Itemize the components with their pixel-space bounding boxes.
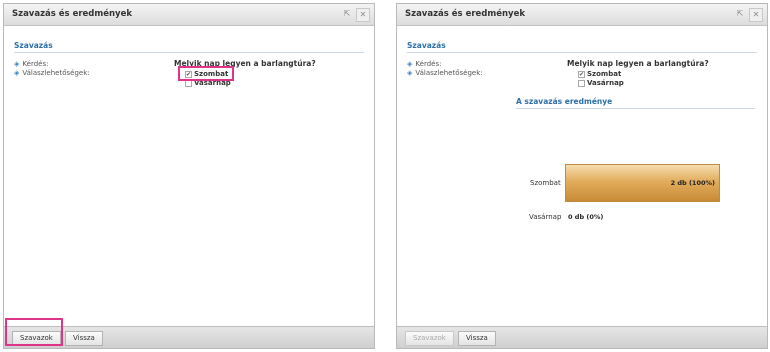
arrow-icon: ◈ — [14, 69, 20, 77]
options-label: Válaszlehetőségek: — [22, 69, 90, 77]
panel-footer: Szavazok Vissza — [397, 326, 767, 348]
panel-titlebar: Szavazás és eredmények ⇱ ✕ — [4, 4, 374, 26]
panel-title: Szavazás és eredmények — [12, 9, 133, 19]
bar-value-label: 0 db (0%) — [568, 213, 604, 221]
question-label: Kérdés: — [22, 60, 49, 68]
results-divider — [516, 108, 755, 109]
section-title: Szavazás — [14, 41, 53, 50]
options-label-row: ◈ Válaszlehetőségek: — [407, 69, 483, 77]
panel-titlebar: Szavazás és eredmények ⇱ ✕ — [397, 4, 767, 26]
popout-icon[interactable]: ⇱ — [340, 8, 354, 22]
back-button[interactable]: Vissza — [65, 331, 103, 346]
poll-panel-right: Szavazás és eredmények ⇱ ✕ Szavazás ◈ Kér… — [396, 3, 768, 349]
option-label: Vasárnap — [587, 79, 624, 87]
arrow-icon: ◈ — [407, 60, 413, 68]
option-vasarnap: Vasárnap — [578, 79, 624, 87]
highlight-box-option — [178, 66, 234, 81]
result-bar: 2 db (100%) — [565, 164, 720, 202]
checkbox-checked: ✔ — [578, 70, 585, 78]
checkbox-unchecked — [578, 79, 585, 87]
arrow-icon: ◈ — [14, 60, 20, 68]
back-button[interactable]: Vissza — [458, 331, 496, 346]
bar-category-label: Szombat — [530, 179, 561, 187]
arrow-icon: ◈ — [407, 69, 413, 77]
results-title: A szavazás eredménye — [516, 97, 613, 106]
bar-value-label: 2 db (100%) — [670, 179, 715, 187]
section-title: Szavazás — [407, 41, 446, 50]
close-icon[interactable]: ✕ — [356, 8, 370, 22]
poll-panel-left: Szavazás és eredmények ⇱ ✕ Szavazás ◈ Kér… — [3, 3, 375, 349]
section-divider — [14, 52, 364, 53]
close-icon[interactable]: ✕ — [749, 8, 763, 22]
highlight-box-vote-button — [5, 318, 63, 346]
question-label: Kérdés: — [415, 60, 442, 68]
panel-title: Szavazás és eredmények — [405, 9, 526, 19]
vote-button: Szavazok — [405, 331, 454, 346]
option-label: Szombat — [587, 70, 622, 78]
bar-category-label: Vasárnap — [529, 213, 562, 221]
option-szombat: ✔ Szombat — [578, 70, 621, 78]
options-label-row: ◈ Válaszlehetőségek: — [14, 69, 90, 77]
question-label-row: ◈ Kérdés: — [14, 60, 48, 68]
question-label-row: ◈ Kérdés: — [407, 60, 441, 68]
options-label: Válaszlehetőségek: — [415, 69, 483, 77]
poll-question: Melyik nap legyen a barlangtúra? — [567, 59, 709, 68]
section-divider — [407, 52, 757, 53]
popout-icon[interactable]: ⇱ — [733, 8, 747, 22]
